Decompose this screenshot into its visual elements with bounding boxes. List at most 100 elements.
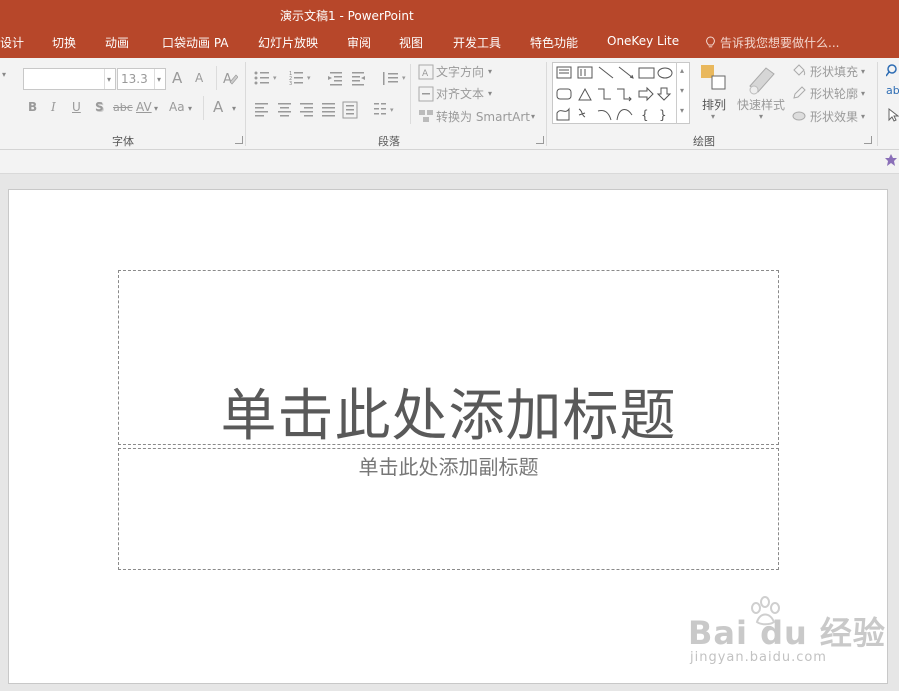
chevron-down-icon: ▾ — [488, 89, 493, 98]
chevron-down-icon: ▾ — [861, 112, 866, 121]
chevron-down-icon: ▾ — [157, 75, 162, 84]
tab-review[interactable]: 审阅 — [347, 34, 371, 51]
svg-text:}: } — [659, 108, 667, 122]
svg-text:▾: ▾ — [390, 106, 394, 114]
align-text-button[interactable]: 对齐文本 — [436, 85, 484, 102]
chevron-down-icon: ▾ — [154, 104, 159, 113]
text-direction-icon: A — [418, 64, 434, 80]
tell-me-text: 告诉我您想要做什么... — [720, 36, 840, 50]
smartart-icon — [419, 110, 433, 122]
subtitle-placeholder-text: 单击此处添加副标题 — [358, 455, 539, 479]
chevron-down-icon: ▾ — [861, 67, 866, 76]
group-divider — [877, 62, 878, 146]
divider — [216, 66, 217, 90]
dialog-launcher-icon[interactable] — [536, 136, 544, 144]
char-spacing-button[interactable]: AV — [136, 100, 152, 114]
strikethrough-button[interactable]: abc — [113, 101, 133, 114]
chevron-down-icon: ▾ — [531, 112, 536, 121]
align-text-icon — [418, 86, 434, 102]
window-title: 演示文稿1 - PowerPoint — [280, 9, 414, 23]
bold-button[interactable]: B — [28, 100, 37, 114]
chevron-down-icon: ▾ — [759, 112, 764, 121]
title-placeholder[interactable]: 单击此处添加标题 — [118, 270, 779, 449]
watermark-url: jingyan.baidu.com — [690, 650, 827, 665]
tell-me-box[interactable]: 告诉我您想要做什么... — [705, 34, 839, 51]
tab-animations[interactable]: 动画 — [105, 34, 129, 51]
list-buttons-icon[interactable]: ▾ 123 ▾ ▾ — [252, 68, 412, 88]
arrange-button[interactable]: 排列 — [702, 96, 726, 113]
chevron-down-icon: ▾ — [2, 70, 7, 79]
text-direction-button[interactable]: 文字方向 — [436, 63, 484, 80]
tab-pocket-animation[interactable]: 口袋动画 PA — [162, 34, 229, 51]
tab-slideshow[interactable]: 幻灯片放映 — [258, 34, 318, 51]
replace-button[interactable]: ab — [886, 84, 899, 97]
shape-effects-icon — [792, 111, 806, 121]
svg-text:▾: ▾ — [273, 74, 277, 82]
alignment-buttons-icon[interactable]: ▾ — [252, 100, 412, 120]
font-color-button[interactable]: A — [213, 98, 223, 116]
tab-view[interactable]: 视图 — [399, 34, 423, 51]
font-size-value: 13.3 — [121, 72, 148, 86]
shadow-button[interactable]: S — [95, 100, 104, 114]
tab-special-features[interactable]: 特色功能 — [530, 34, 578, 51]
convert-smartart-button[interactable]: 转换为 SmartArt — [436, 108, 530, 125]
dialog-launcher-icon[interactable] — [235, 136, 243, 144]
arrange-icon — [701, 65, 726, 90]
chevron-down-icon: ▾ — [711, 112, 716, 121]
quick-styles-icon — [749, 67, 775, 95]
chevron-down-icon: ▾ — [188, 104, 193, 113]
quick-styles-button[interactable]: 快速样式 — [737, 96, 785, 113]
font-name-input[interactable]: ▾ — [23, 68, 116, 90]
baidu-watermark: Bai du 经验 jingyan.baidu.com — [688, 596, 885, 676]
font-name-dropdown[interactable]: ▾ — [104, 69, 115, 89]
underline-button[interactable]: U — [72, 100, 81, 114]
shapes-gallery[interactable]: { } — [552, 62, 690, 124]
select-cursor-icon[interactable] — [888, 108, 899, 122]
svg-text:{: { — [641, 108, 649, 122]
svg-text:A: A — [223, 72, 232, 86]
lightbulb-icon — [706, 36, 715, 48]
font-size-dropdown[interactable]: ▾ — [154, 69, 165, 89]
tab-design[interactable]: 设计 — [0, 34, 24, 51]
ribbon-bottom-bar — [0, 150, 899, 174]
font-size-input[interactable]: 13.3 ▾ — [117, 68, 166, 90]
shape-outline-button[interactable]: 形状轮廓 — [810, 85, 858, 102]
more-icon[interactable]: ▾ — [680, 106, 684, 115]
group-divider — [546, 62, 547, 146]
svg-text:▾: ▾ — [402, 74, 406, 82]
drawing-group-label: 绘图 — [693, 135, 715, 148]
ribbon: ▾ ▾ 13.3 ▾ A A A B I U S abc AV ▾ Aa ▾ A… — [0, 58, 899, 150]
italic-button[interactable]: I — [51, 100, 56, 114]
svg-text:A: A — [422, 69, 429, 79]
pencil-icon — [793, 86, 806, 99]
svg-text:3: 3 — [289, 81, 292, 87]
chevron-up-icon[interactable]: ▴ — [680, 66, 684, 75]
divider — [203, 96, 204, 120]
change-case-button[interactable]: Aa — [169, 100, 185, 114]
divider — [410, 64, 411, 124]
shapes-gallery-icons: { } — [556, 66, 673, 122]
font-group-label: 字体 — [112, 135, 134, 148]
svg-text:▾: ▾ — [307, 74, 311, 82]
clear-format-icon[interactable]: A — [222, 70, 238, 86]
chevron-down-icon[interactable]: ▾ — [680, 86, 684, 95]
shrink-font-button[interactable]: A — [195, 71, 203, 85]
shape-effects-button[interactable]: 形状效果 — [810, 108, 858, 125]
shape-fill-button[interactable]: 形状填充 — [810, 63, 858, 80]
group-divider — [245, 62, 246, 146]
watermark-brand: Bai du 经验 — [688, 614, 886, 652]
tab-developer[interactable]: 开发工具 — [453, 34, 501, 51]
add-in-icon[interactable] — [884, 153, 899, 168]
gallery-scroll[interactable]: ▴ ▾ ▾ — [676, 62, 690, 124]
grow-font-button[interactable]: A — [172, 69, 182, 87]
paragraph-group-label: 段落 — [378, 135, 400, 148]
paint-bucket-icon — [793, 64, 806, 76]
title-placeholder-text: 单击此处添加标题 — [220, 384, 677, 449]
dialog-launcher-icon[interactable] — [864, 136, 872, 144]
tab-onekey-lite[interactable]: OneKey Lite — [607, 34, 679, 48]
tab-transitions[interactable]: 切换 — [52, 34, 76, 51]
find-icon[interactable] — [886, 64, 899, 78]
chevron-down-icon: ▾ — [232, 104, 237, 113]
subtitle-placeholder[interactable]: 单击此处添加副标题 — [118, 448, 779, 570]
chevron-down-icon: ▾ — [861, 89, 866, 98]
